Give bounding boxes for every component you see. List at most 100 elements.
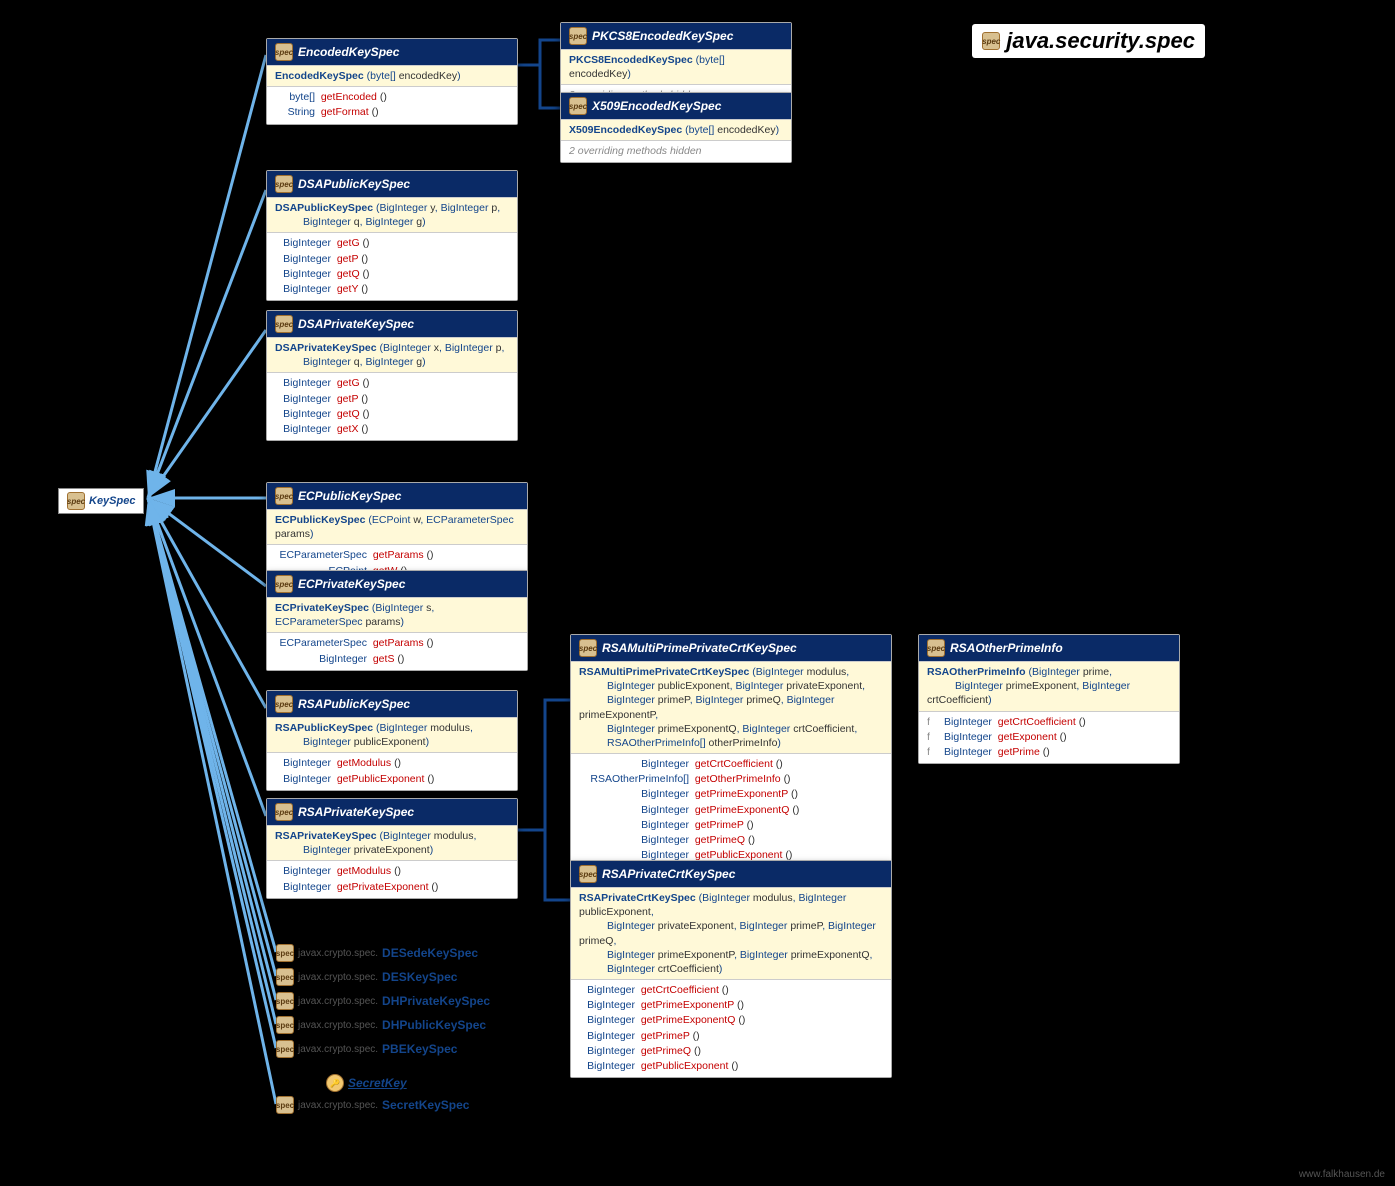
spec-icon: spec	[276, 1040, 294, 1058]
spec-icon: spec	[275, 487, 293, 505]
spec-icon: spec	[927, 639, 945, 657]
classbox-ECPrivateKeySpec: spec ECPrivateKeySpec ECPrivateKeySpec (Bi…	[266, 570, 528, 671]
note: 2 overriding methods hidden	[561, 140, 791, 162]
constructor: RSAOtherPrimeInfo (BigInteger prime,BigI…	[919, 661, 1179, 711]
spec-icon: spec	[275, 315, 293, 333]
spec-icon: spec	[579, 865, 597, 883]
classbox-header: spec PKCS8EncodedKeySpec	[561, 23, 791, 49]
methods: BigInteger getCrtCoefficient ()BigIntege…	[571, 979, 891, 1077]
constructor: X509EncodedKeySpec (byte[] encodedKey)	[561, 119, 791, 140]
ref-DESedeKeySpec: specjavax.crypto.spec.DESedeKeySpec	[276, 944, 478, 962]
ref-SecretKeySpec: specjavax.crypto.spec.SecretKeySpec	[276, 1096, 469, 1114]
methods: byte[] getEncoded ()String getFormat ()	[267, 86, 517, 123]
classbox-header: spec RSAMultiPrimePrivateCrtKeySpec	[571, 635, 891, 661]
ref-pkg: javax.crypto.spec.	[298, 996, 378, 1007]
classbox-header: spec RSAOtherPrimeInfo	[919, 635, 1179, 661]
classbox-header: spec RSAPublicKeySpec	[267, 691, 517, 717]
keyspec-label: KeySpec	[89, 495, 135, 507]
ref-DHPrivateKeySpec: spec javax.crypto.spec. DHPrivateKeySpec	[276, 992, 490, 1010]
methods: BigInteger getG ()BigInteger getP ()BigI…	[267, 372, 517, 440]
classbox-RSAMultiPrimePrivateCrtKeySpec: spec RSAMultiPrimePrivateCrtKeySpec RSAMul…	[570, 634, 892, 868]
spec-icon: spec	[982, 32, 1000, 50]
spec-icon: spec	[275, 575, 293, 593]
methods: BigInteger getModulus ()BigInteger getPr…	[267, 860, 517, 897]
constructor: ECPublicKeySpec (ECPoint w, ECParameterS…	[267, 509, 527, 544]
spec-icon: spec	[275, 175, 293, 193]
ref-DESKeySpec: spec javax.crypto.spec. DESKeySpec	[276, 968, 457, 986]
constructor: RSAPublicKeySpec (BigInteger modulus,Big…	[267, 717, 517, 752]
constructor: DSAPublicKeySpec (BigInteger y, BigInteg…	[267, 197, 517, 232]
class-title: RSAMultiPrimePrivateCrtKeySpec	[602, 641, 797, 655]
classbox-RSAOtherPrimeInfo: spec RSAOtherPrimeInfo RSAOtherPrimeInfo (…	[918, 634, 1180, 764]
ref-pkg: javax.crypto.spec.	[298, 1020, 378, 1031]
class-title: RSAPrivateKeySpec	[298, 805, 414, 819]
credit: www.falkhausen.de	[1299, 1169, 1385, 1180]
ref-class: SecretKey	[348, 1076, 407, 1090]
classbox-RSAPublicKeySpec: spec RSAPublicKeySpec RSAPublicKeySpec (Bi…	[266, 690, 518, 791]
classbox-RSAPrivateCrtKeySpec: spec RSAPrivateCrtKeySpec RSAPrivateCrtKey…	[570, 860, 892, 1078]
class-title: X509EncodedKeySpec	[592, 99, 721, 113]
ref-pkg: javax.crypto.spec.	[298, 948, 378, 959]
methods: BigInteger getG ()BigInteger getP ()BigI…	[267, 232, 517, 300]
ref-class: PBEKeySpec	[382, 1042, 457, 1056]
classbox-header: spec DSAPrivateKeySpec	[267, 311, 517, 337]
spec-icon: spec	[275, 43, 293, 61]
class-title: EncodedKeySpec	[298, 45, 399, 59]
classbox-header: spec ECPrivateKeySpec	[267, 571, 527, 597]
ref-SecretKey: 🔑 SecretKey	[326, 1074, 407, 1092]
spec-icon: spec	[275, 695, 293, 713]
classbox-DSAPublicKeySpec: spec DSAPublicKeySpec DSAPublicKeySpec (Bi…	[266, 170, 518, 301]
ref-class: DHPrivateKeySpec	[382, 994, 490, 1008]
class-title: PKCS8EncodedKeySpec	[592, 29, 733, 43]
class-title: DSAPublicKeySpec	[298, 177, 410, 191]
spec-icon: spec	[579, 639, 597, 657]
constructor: RSAMultiPrimePrivateCrtKeySpec (BigInteg…	[571, 661, 891, 753]
class-title: DSAPrivateKeySpec	[298, 317, 414, 331]
class-title: RSAOtherPrimeInfo	[950, 641, 1063, 655]
ref-pkg: javax.crypto.spec.	[298, 972, 378, 983]
classbox-RSAPrivateKeySpec: spec RSAPrivateKeySpec RSAPrivateKeySpec (…	[266, 798, 518, 899]
ref-DHPublicKeySpec: spec javax.crypto.spec. DHPublicKeySpec	[276, 1016, 486, 1034]
ref-pkg: javax.crypto.spec.	[298, 1044, 378, 1055]
methods: BigInteger getModulus ()BigInteger getPu…	[267, 752, 517, 789]
constructor: DSAPrivateKeySpec (BigInteger x, BigInte…	[267, 337, 517, 372]
class-title: RSAPublicKeySpec	[298, 697, 410, 711]
spec-icon: spec	[569, 97, 587, 115]
class-title: RSAPrivateCrtKeySpec	[602, 867, 735, 881]
constructor: PKCS8EncodedKeySpec (byte[] encodedKey)	[561, 49, 791, 84]
methods: BigInteger getCrtCoefficient ()RSAOtherP…	[571, 753, 891, 867]
spec-icon: spec	[276, 968, 294, 986]
classbox-DSAPrivateKeySpec: spec DSAPrivateKeySpec DSAPrivateKeySpec (…	[266, 310, 518, 441]
classbox-ECPublicKeySpec: spec ECPublicKeySpec ECPublicKeySpec (ECPo…	[266, 482, 528, 583]
classbox-header: spec EncodedKeySpec	[267, 39, 517, 65]
keyspec-root: spec KeySpec	[58, 488, 144, 514]
ref-class: DHPublicKeySpec	[382, 1018, 486, 1032]
constructor: RSAPrivateKeySpec (BigInteger modulus,Bi…	[267, 825, 517, 860]
methods: fBigInteger getCrtCoefficient ()fBigInte…	[919, 711, 1179, 764]
package-name: java.security.spec	[1006, 28, 1195, 54]
classbox-header: spec X509EncodedKeySpec	[561, 93, 791, 119]
ref-class: DESKeySpec	[382, 970, 457, 984]
ref-pkg: javax.crypto.spec.	[298, 1100, 378, 1111]
constructor: ECPrivateKeySpec (BigInteger s, ECParame…	[267, 597, 527, 632]
classbox-header: spec ECPublicKeySpec	[267, 483, 527, 509]
classbox-header: spec RSAPrivateKeySpec	[267, 799, 517, 825]
spec-icon: spec	[276, 992, 294, 1010]
spec-icon: spec	[276, 1096, 294, 1114]
spec-icon: spec	[569, 27, 587, 45]
constructor: EncodedKeySpec (byte[] encodedKey)	[267, 65, 517, 86]
classbox-header: spec DSAPublicKeySpec	[267, 171, 517, 197]
spec-icon: spec	[275, 803, 293, 821]
class-title: ECPublicKeySpec	[298, 489, 401, 503]
class-title: ECPrivateKeySpec	[298, 577, 405, 591]
ref-class: DESedeKeySpec	[382, 946, 478, 960]
spec-icon: spec	[276, 1016, 294, 1034]
methods: ECParameterSpec getParams ()BigInteger g…	[267, 632, 527, 669]
classbox-X509EncodedKeySpec: spec X509EncodedKeySpec X509EncodedKeySpec…	[560, 92, 792, 163]
classbox-header: spec RSAPrivateCrtKeySpec	[571, 861, 891, 887]
package-title: spec java.security.spec	[972, 24, 1205, 58]
ref-PBEKeySpec: spec javax.crypto.spec. PBEKeySpec	[276, 1040, 457, 1058]
constructor: RSAPrivateCrtKeySpec (BigInteger modulus…	[571, 887, 891, 979]
classbox-EncodedKeySpec: spec EncodedKeySpec EncodedKeySpec (byte[]…	[266, 38, 518, 125]
key-icon: 🔑	[326, 1074, 344, 1092]
